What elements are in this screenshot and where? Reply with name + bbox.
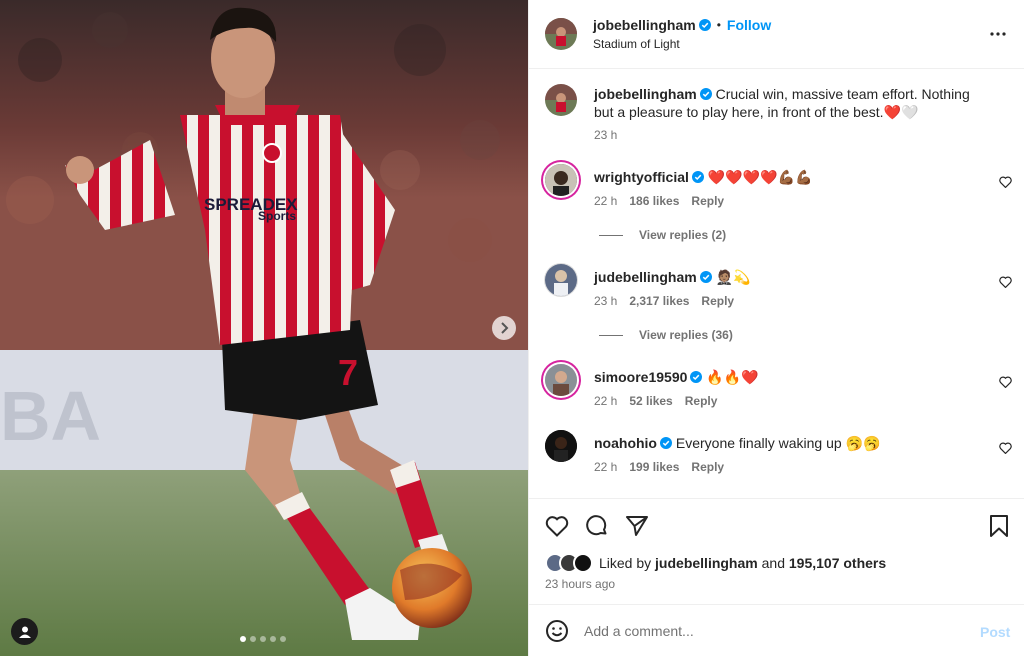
comment-likes[interactable]: 2,317 likes	[629, 294, 689, 308]
view-replies-label: View replies (36)	[639, 328, 733, 342]
reply-button[interactable]: Reply	[691, 194, 724, 208]
user-tag-icon	[18, 626, 31, 638]
post-header: jobebellingham • Follow Stadium of Light	[529, 0, 1024, 69]
caption-text: jobebellingham Crucial win, massive team…	[594, 85, 984, 121]
carousel-dot	[260, 636, 266, 642]
verified-badge-icon	[698, 19, 711, 31]
heart-icon[interactable]	[545, 515, 569, 537]
comment-body: Everyone finally waking up 🥱🥱	[675, 435, 881, 451]
carousel-dot	[250, 636, 256, 642]
comment-time: 22 h	[594, 394, 618, 408]
verified-badge-icon	[699, 88, 712, 100]
reply-button[interactable]: Reply	[691, 460, 724, 474]
commenter-username[interactable]: wrightyofficial	[594, 169, 689, 185]
commenter-username[interactable]: judebellingham	[594, 269, 697, 285]
follow-button[interactable]: Follow	[727, 17, 771, 33]
post-comment-button[interactable]: Post	[980, 624, 1010, 640]
carousel-indicator	[240, 636, 286, 642]
verified-badge-icon	[699, 271, 712, 283]
instagram-post-modal: BA 7 SPREADEX Sports jobebellingham • Fo…	[0, 0, 1024, 656]
likes-middle: and	[757, 555, 789, 571]
replies-line	[599, 234, 623, 236]
bookmark-icon[interactable]	[989, 514, 1009, 538]
verified-badge-icon	[660, 437, 672, 449]
comment-input[interactable]	[584, 619, 964, 643]
author-avatar[interactable]	[545, 18, 577, 50]
comments-list[interactable]: jobebellingham Crucial win, massive team…	[529, 70, 1024, 498]
shirt-number: 7	[338, 352, 358, 393]
commenter-avatar[interactable]	[545, 430, 577, 462]
likes-count[interactable]: 195,107 others	[789, 555, 886, 571]
comment-body: 🔥🔥❤️	[706, 369, 759, 385]
carousel-dot	[240, 636, 246, 642]
commenter-username[interactable]: simoore19590	[594, 369, 687, 385]
chevron-right-icon	[501, 322, 509, 334]
commenter-username[interactable]: noahohio	[594, 435, 657, 451]
comment-text: simoore19590 🔥🔥❤️	[594, 368, 984, 386]
comment-time: 23 h	[594, 294, 618, 308]
verified-badge-icon	[691, 171, 704, 183]
comment-time: 22 h	[594, 460, 618, 474]
heart-icon[interactable]	[999, 176, 1012, 188]
heart-icon[interactable]	[999, 376, 1012, 388]
liker-avatars[interactable]	[545, 553, 593, 573]
comment-time: 22 h	[594, 194, 618, 208]
club-crest	[262, 143, 282, 163]
commenter-avatar[interactable]	[545, 264, 577, 296]
svg-text:BA: BA	[0, 377, 101, 455]
next-image-button[interactable]	[492, 316, 516, 340]
caption-username[interactable]: jobebellingham	[594, 86, 697, 102]
comment-meta: 22 h 186 likes Reply	[594, 194, 724, 208]
comment-likes[interactable]: 199 likes	[629, 460, 679, 474]
carousel-dot	[280, 636, 286, 642]
post-details-panel: jobebellingham • Follow Stadium of Light	[528, 0, 1024, 656]
more-horizontal-icon[interactable]	[989, 25, 1007, 43]
likes-prefix: Liked by	[599, 555, 656, 571]
comment-text: judebellingham 🤵🏽💫	[594, 268, 984, 286]
author-avatar[interactable]	[545, 84, 577, 116]
jersey-sponsor-sub: Sports	[258, 209, 296, 223]
comment-body: ❤️❤️❤️❤️💪🏾💪🏾	[707, 169, 813, 185]
comment-likes[interactable]: 186 likes	[629, 194, 679, 208]
heart-icon[interactable]	[999, 442, 1012, 454]
post-photo: BA 7 SPREADEX Sports	[0, 0, 528, 656]
post-location[interactable]: Stadium of Light	[593, 37, 680, 51]
comment-text: wrightyofficial ❤️❤️❤️❤️💪🏾💪🏾	[594, 168, 984, 186]
caption-time: 23 h	[594, 128, 618, 142]
heart-icon[interactable]	[999, 276, 1012, 288]
view-replies-button[interactable]: View replies (36)	[599, 328, 733, 342]
comment-meta: 22 h 52 likes Reply	[594, 394, 717, 408]
comment-meta: 23 h 2,317 likes Reply	[594, 294, 734, 308]
comment-likes[interactable]: 52 likes	[629, 394, 672, 408]
view-replies-label: View replies (2)	[639, 228, 727, 242]
comment-meta: 22 h 199 likes Reply	[594, 460, 724, 474]
header-separator: •	[716, 18, 721, 32]
post-actions: Liked by judebellingham and 195,107 othe…	[529, 498, 1024, 591]
tagged-users-button[interactable]	[11, 618, 38, 645]
commenter-avatar[interactable]	[545, 364, 577, 396]
post-time[interactable]: 23 hours ago	[545, 577, 615, 591]
comment-icon[interactable]	[585, 514, 609, 538]
commenter-avatar[interactable]	[545, 164, 577, 196]
comment-body: 🤵🏽💫	[715, 269, 751, 285]
verified-badge-icon	[690, 371, 703, 383]
paper-plane-icon[interactable]	[625, 514, 649, 538]
comment-text: noahohio Everyone finally waking up 🥱🥱	[594, 434, 984, 452]
caption-meta: 23 h	[594, 128, 617, 142]
reply-button[interactable]: Reply	[701, 294, 734, 308]
author-username[interactable]: jobebellingham	[593, 17, 696, 33]
replies-line	[599, 334, 623, 336]
reply-button[interactable]: Reply	[685, 394, 718, 408]
carousel-dot	[270, 636, 276, 642]
likes-summary: Liked by judebellingham and 195,107 othe…	[545, 553, 886, 573]
view-replies-button[interactable]: View replies (2)	[599, 228, 726, 242]
post-media[interactable]: BA 7 SPREADEX Sports	[0, 0, 528, 656]
liker-avatar	[573, 553, 593, 573]
liker-username[interactable]: judebellingham	[655, 555, 758, 571]
smiley-icon[interactable]	[545, 619, 569, 643]
comment-composer: Post	[529, 604, 1024, 656]
